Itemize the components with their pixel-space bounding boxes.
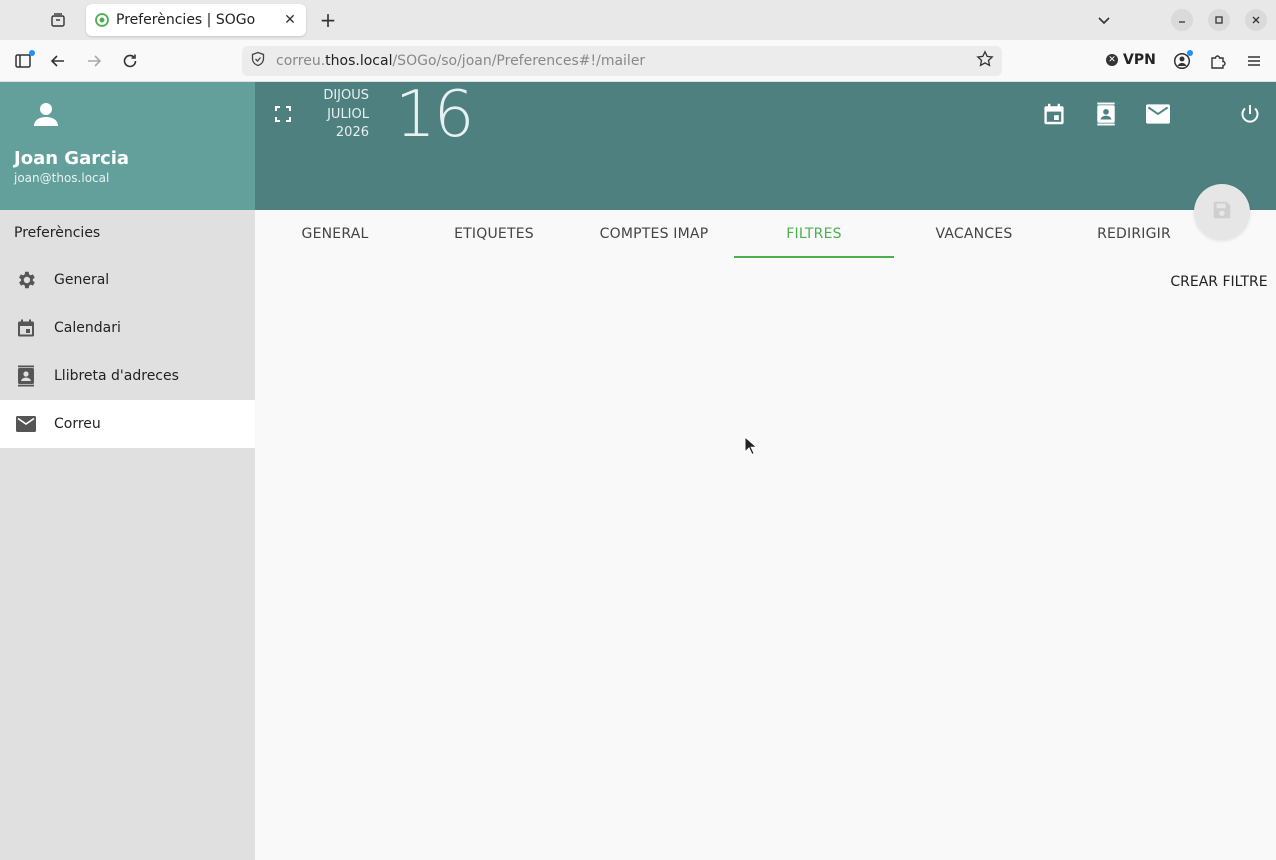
address-bar[interactable]: correu.thos.local/SOGo/so/joan/Preferenc… xyxy=(242,46,1002,76)
tab-general[interactable]: GENERAL xyxy=(255,210,415,258)
menu-hamburger-icon[interactable] xyxy=(1242,49,1266,73)
tab-overview-icon[interactable] xyxy=(46,8,70,32)
close-tab-icon[interactable]: ✕ xyxy=(282,12,298,28)
extensions-puzzle-icon[interactable] xyxy=(1206,49,1230,73)
sogo-favicon-icon xyxy=(94,12,110,28)
mouse-cursor-icon xyxy=(744,435,759,456)
avatar-person-icon xyxy=(30,98,62,130)
month: JULIOL xyxy=(327,106,369,122)
tab-imap-accounts[interactable]: COMPTES IMAP xyxy=(574,210,734,258)
create-filter-button[interactable]: CREAR FILTRE xyxy=(1170,268,1268,296)
date-text: DIJOUS JULIOL 2026 xyxy=(315,87,369,143)
vpn-status-icon: ✕ xyxy=(1106,54,1118,66)
sidebar-item-calendar[interactable]: Calendari xyxy=(0,304,255,352)
back-arrow-icon[interactable] xyxy=(46,49,70,73)
sidebar-item-label: Llibreta d'adreces xyxy=(54,368,179,384)
close-window-icon[interactable] xyxy=(1245,9,1267,31)
tab-vacation[interactable]: VACANCES xyxy=(894,210,1054,258)
user-name: Joan Garcia xyxy=(14,148,130,169)
preferences-sidebar: Joan Garcia joan@thos.local Preferències… xyxy=(0,82,255,860)
weekday: DIJOUS xyxy=(323,88,369,103)
day-number: 16 xyxy=(395,78,474,152)
contacts-app-icon[interactable] xyxy=(1094,102,1118,126)
sidebar-heading: Preferències xyxy=(14,225,101,241)
year: 2026 xyxy=(335,125,369,140)
new-tab-icon[interactable]: + xyxy=(316,8,340,32)
mail-preferences-tabs: GENERAL ETIQUETES COMPTES IMAP FILTRES V… xyxy=(255,210,1276,258)
minimize-window-icon[interactable] xyxy=(1171,9,1193,31)
user-email: joan@thos.local xyxy=(14,171,110,185)
vpn-button[interactable]: ✕ VPN xyxy=(1106,52,1156,68)
forward-arrow-icon[interactable] xyxy=(82,49,106,73)
url-host: thos.local xyxy=(325,53,393,69)
active-tab-indicator xyxy=(734,256,894,258)
mail-app-icon[interactable] xyxy=(1146,102,1170,126)
calendar-app-icon[interactable] xyxy=(1042,102,1066,126)
browser-navigation-bar: correu.thos.local/SOGo/so/joan/Preferenc… xyxy=(0,40,1276,82)
sidebar-item-general[interactable]: General xyxy=(0,256,255,304)
browser-tab-strip: Preferències | SOGo ✕ + xyxy=(0,0,1276,40)
calendar-icon xyxy=(14,316,38,340)
app-header: DIJOUS JULIOL 2026 16 xyxy=(255,78,1276,210)
reload-icon[interactable] xyxy=(118,49,142,73)
browser-tab-title: Preferències | SOGo xyxy=(116,12,256,28)
tab-list-chevron-down-icon[interactable] xyxy=(1092,8,1116,32)
power-logout-icon[interactable] xyxy=(1238,102,1262,126)
mail-icon xyxy=(14,412,38,436)
fullscreen-icon[interactable] xyxy=(271,102,295,126)
site-info-shield-icon[interactable] xyxy=(250,51,266,71)
url-path: /SOGo/so/joan/Preferences#!/mailer xyxy=(392,53,646,69)
user-card: Joan Garcia joan@thos.local xyxy=(0,82,255,210)
account-icon[interactable] xyxy=(1170,49,1194,73)
sidebar-item-mail[interactable]: Correu xyxy=(0,400,255,448)
sidebar-toggle-icon[interactable] xyxy=(11,49,35,73)
sidebar-item-address-book[interactable]: Llibreta d'adreces xyxy=(0,352,255,400)
gear-icon xyxy=(14,268,38,292)
bookmark-star-icon[interactable] xyxy=(976,50,994,72)
tab-labels[interactable]: ETIQUETES xyxy=(414,210,574,258)
sidebar-item-label: Correu xyxy=(54,416,101,432)
sidebar-item-label: Calendari xyxy=(54,320,121,336)
tab-forward[interactable]: REDIRIGIR xyxy=(1054,210,1214,258)
browser-tab-active[interactable]: Preferències | SOGo ✕ xyxy=(86,4,306,36)
contacts-icon xyxy=(14,364,38,388)
tab-filters[interactable]: FILTRES xyxy=(734,210,894,258)
sidebar-item-label: General xyxy=(54,272,110,288)
vpn-label: VPN xyxy=(1123,52,1156,68)
maximize-window-icon[interactable] xyxy=(1208,9,1230,31)
url-host-prefix: correu. xyxy=(276,53,326,69)
url-text: correu.thos.local/SOGo/so/joan/Preferenc… xyxy=(276,53,976,69)
